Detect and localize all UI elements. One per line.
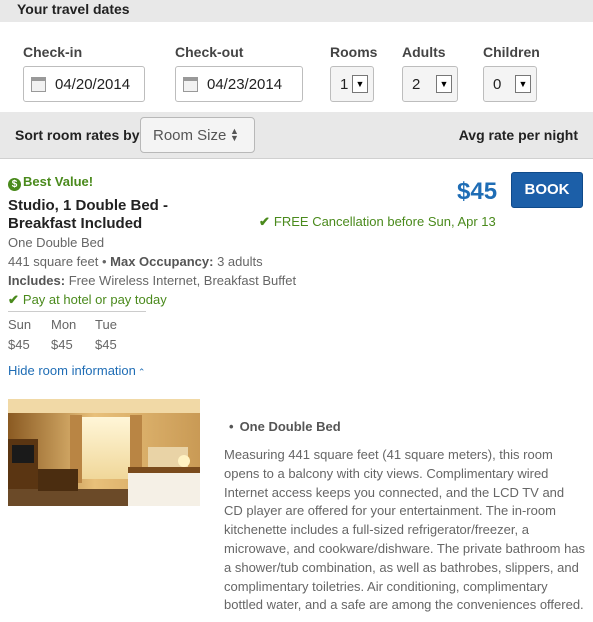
checkout-input[interactable]: 04/23/2014 xyxy=(175,66,303,102)
checkout-value: 04/23/2014 xyxy=(207,76,283,93)
includes-label: Includes: xyxy=(8,273,66,288)
rooms-label: Rooms xyxy=(330,44,378,60)
bed-type: One Double Bed xyxy=(8,235,105,250)
cancellation-text: FREE Cancellation before Sun, Apr 13 xyxy=(273,214,496,229)
room-size: 441 square feet xyxy=(8,254,99,269)
day-label: Sun xyxy=(8,317,32,332)
checkin-input[interactable]: 04/20/2014 xyxy=(23,66,145,102)
chevron-up-icon: ⌃ xyxy=(137,367,146,377)
chevron-down-icon[interactable]: ▼ xyxy=(436,75,452,93)
pay-option-text: Pay at hotel or pay today xyxy=(22,292,167,307)
max-occupancy-value: 3 adults xyxy=(217,254,263,269)
free-cancellation: ✔ FREE Cancellation before Sun, Apr 13 xyxy=(259,214,496,230)
travel-dates-title: Your travel dates xyxy=(17,1,130,17)
checkmark-icon: ✔ xyxy=(8,292,19,307)
checkin-value: 04/20/2014 xyxy=(55,76,131,93)
day-label: Tue xyxy=(95,317,117,332)
room-size-occupancy: 441 square feet • Max Occupancy: 3 adult… xyxy=(8,254,263,269)
pay-option: ✔ Pay at hotel or pay today xyxy=(8,292,167,308)
rooms-select[interactable]: 1 ▼ xyxy=(330,66,374,102)
checkin-label: Check-in xyxy=(23,44,83,60)
chevron-down-icon[interactable]: ▼ xyxy=(515,75,531,93)
adults-value: 2 xyxy=(412,76,421,93)
children-label: Children xyxy=(483,44,540,60)
best-value-label: Best Value! xyxy=(23,174,94,189)
adults-select[interactable]: 2 ▼ xyxy=(402,66,458,102)
divider xyxy=(8,311,146,312)
adults-label: Adults xyxy=(402,44,446,60)
checkout-label: Check-out xyxy=(175,44,244,60)
hide-room-info-label: Hide room information xyxy=(8,363,136,378)
avg-rate-label: Avg rate per night xyxy=(458,127,578,143)
day-rate: $45 xyxy=(8,337,30,352)
sort-value: Room Size xyxy=(153,127,227,144)
children-value: 0 xyxy=(493,76,502,93)
room-photo xyxy=(8,399,200,506)
day-rate: $45 xyxy=(51,337,73,352)
sort-arrows-icon: ▲ ▼ xyxy=(230,126,239,143)
room-detail-heading-text: One Double Bed xyxy=(239,419,341,434)
checkmark-icon: ✔ xyxy=(259,214,270,229)
room-price: $45 xyxy=(457,178,498,205)
calendar-icon[interactable] xyxy=(31,77,46,92)
day-rate: $45 xyxy=(95,337,117,352)
room-detail-heading: • One Double Bed xyxy=(229,419,341,434)
includes-value: Free Wireless Internet, Breakfast Buffet xyxy=(68,273,297,288)
room-title: Studio, 1 Double Bed - Breakfast Include… xyxy=(8,197,168,232)
best-value-badge: $ Best Value! xyxy=(8,174,93,191)
dollar-icon: $ xyxy=(8,178,21,191)
room-description: Measuring 441 square feet (41 square met… xyxy=(224,447,586,613)
travel-dates-header: Your travel dates xyxy=(0,0,593,22)
rooms-value: 1 xyxy=(340,76,349,93)
bullet-icon: • xyxy=(229,419,234,434)
book-button[interactable]: BOOK xyxy=(511,172,583,208)
day-label: Mon xyxy=(51,317,77,332)
chevron-down-icon[interactable]: ▼ xyxy=(352,75,368,93)
sort-select[interactable]: Room Size ▲ ▼ xyxy=(140,117,255,153)
room-card: $ Best Value! Studio, 1 Double Bed - Brea… xyxy=(0,160,593,622)
sort-label: Sort room rates by: xyxy=(15,127,145,143)
room-includes: Includes: Free Wireless Internet, Breakf… xyxy=(8,273,296,288)
hide-room-info-link[interactable]: Hide room information ⌃ xyxy=(8,363,145,378)
children-select[interactable]: 0 ▼ xyxy=(483,66,537,102)
sort-bar: Sort room rates by: Room Size ▲ ▼ Avg rat… xyxy=(0,112,593,159)
max-occupancy-label: Max Occupancy: xyxy=(110,254,214,269)
calendar-icon[interactable] xyxy=(183,77,198,92)
room-photo-image xyxy=(8,399,200,506)
search-form: Check-in 04/20/2014 Check-out 04/23/2014… xyxy=(0,22,593,112)
